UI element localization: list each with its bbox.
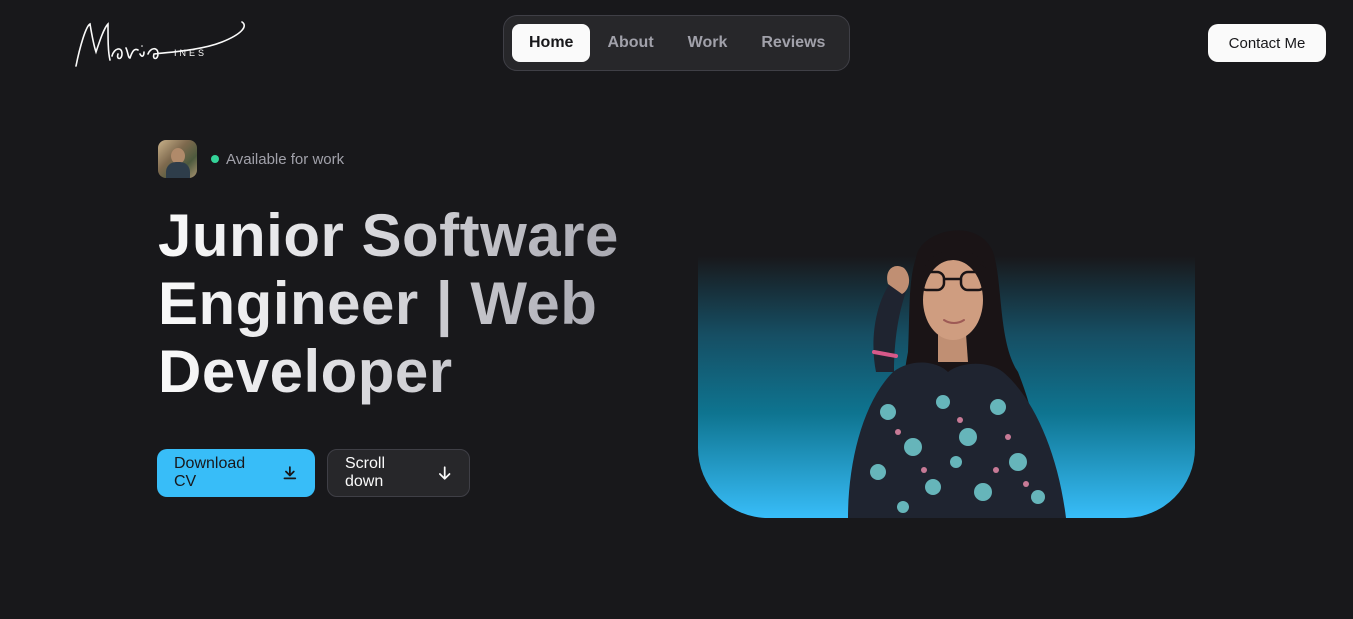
avatar	[158, 140, 197, 178]
download-cv-button[interactable]: Download CV	[157, 449, 315, 497]
logo-signature: INES	[75, 21, 245, 67]
arrow-down-icon	[438, 466, 450, 480]
download-cv-label: Download CV	[174, 455, 246, 490]
nav-work[interactable]: Work	[671, 24, 745, 62]
status-dot-icon	[211, 155, 219, 163]
hero-headline: Junior Software Engineer | Web Developer	[158, 202, 658, 406]
nav-home[interactable]: Home	[512, 24, 591, 62]
download-icon	[283, 466, 297, 480]
nav-about[interactable]: About	[590, 24, 670, 62]
scroll-down-button[interactable]: Scroll down	[327, 449, 470, 497]
availability-text: Available for work	[226, 150, 345, 168]
scroll-down-label: Scroll down	[345, 455, 386, 490]
contact-me-button[interactable]: Contact Me	[1208, 24, 1326, 62]
availability-row: Available for work	[158, 140, 344, 178]
portrait-illustration	[848, 230, 1066, 518]
hero-portrait	[698, 222, 1195, 518]
availability-status: Available for work	[211, 151, 344, 168]
nav-reviews[interactable]: Reviews	[744, 24, 842, 62]
main-nav: Home About Work Reviews	[503, 15, 850, 71]
logo[interactable]: INES	[72, 16, 252, 72]
logo-sub-text: INES	[174, 48, 207, 58]
